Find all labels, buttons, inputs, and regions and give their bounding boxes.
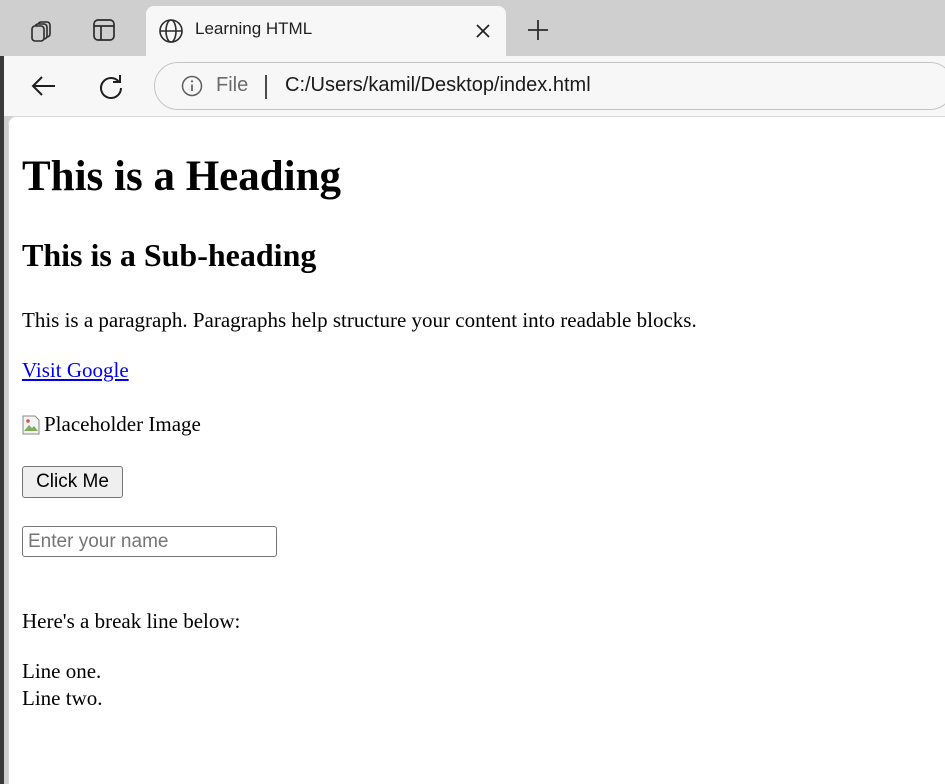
back-arrow-icon: [31, 76, 55, 96]
page-paragraph: This is a paragraph. Paragraphs help str…: [22, 308, 697, 332]
page-viewport: This is a Heading This is a Sub-heading …: [8, 116, 945, 784]
close-icon: [476, 24, 490, 38]
placeholder-image: Placeholder Image: [22, 412, 201, 437]
image-alt-text: Placeholder Image: [44, 412, 201, 436]
plus-icon: [528, 20, 548, 40]
visit-google-link[interactable]: Visit Google: [22, 358, 129, 383]
address-bar[interactable]: File C:/Users/kamil/Desktop/index.html: [154, 62, 945, 110]
page-subheading: This is a Sub-heading: [22, 237, 317, 273]
tab-learning-html[interactable]: Learning HTML: [146, 6, 506, 56]
workspaces-icon: [31, 21, 51, 42]
page-heading: This is a Heading: [22, 153, 342, 200]
name-input[interactable]: [22, 526, 277, 557]
new-tab-button[interactable]: [522, 14, 554, 46]
click-me-button[interactable]: Click Me: [22, 466, 123, 498]
line-one-text: Line one.: [22, 659, 102, 683]
back-button[interactable]: [26, 68, 62, 104]
reload-button[interactable]: [93, 68, 129, 104]
info-icon[interactable]: [181, 75, 203, 97]
address-scheme-label: File: [216, 74, 249, 96]
address-divider: [265, 75, 267, 99]
globe-icon: [159, 19, 183, 43]
broken-image-icon: [22, 415, 40, 435]
workspaces-button[interactable]: [26, 14, 58, 46]
line-two-text: Line two.: [22, 686, 103, 710]
reload-icon: [100, 75, 122, 99]
tab-strip: Learning HTML: [0, 0, 945, 56]
tab-actions-icon: [93, 19, 115, 41]
window-edge: [0, 0, 4, 784]
address-url[interactable]: C:/Users/kamil/Desktop/index.html: [285, 74, 591, 97]
browser-toolbar: File C:/Users/kamil/Desktop/index.html: [4, 56, 945, 116]
tab-close-button[interactable]: [472, 20, 494, 42]
vertical-tabs-button[interactable]: [88, 14, 120, 46]
break-intro-text: Here's a break line below:: [22, 609, 241, 633]
tab-title: Learning HTML: [195, 19, 313, 38]
